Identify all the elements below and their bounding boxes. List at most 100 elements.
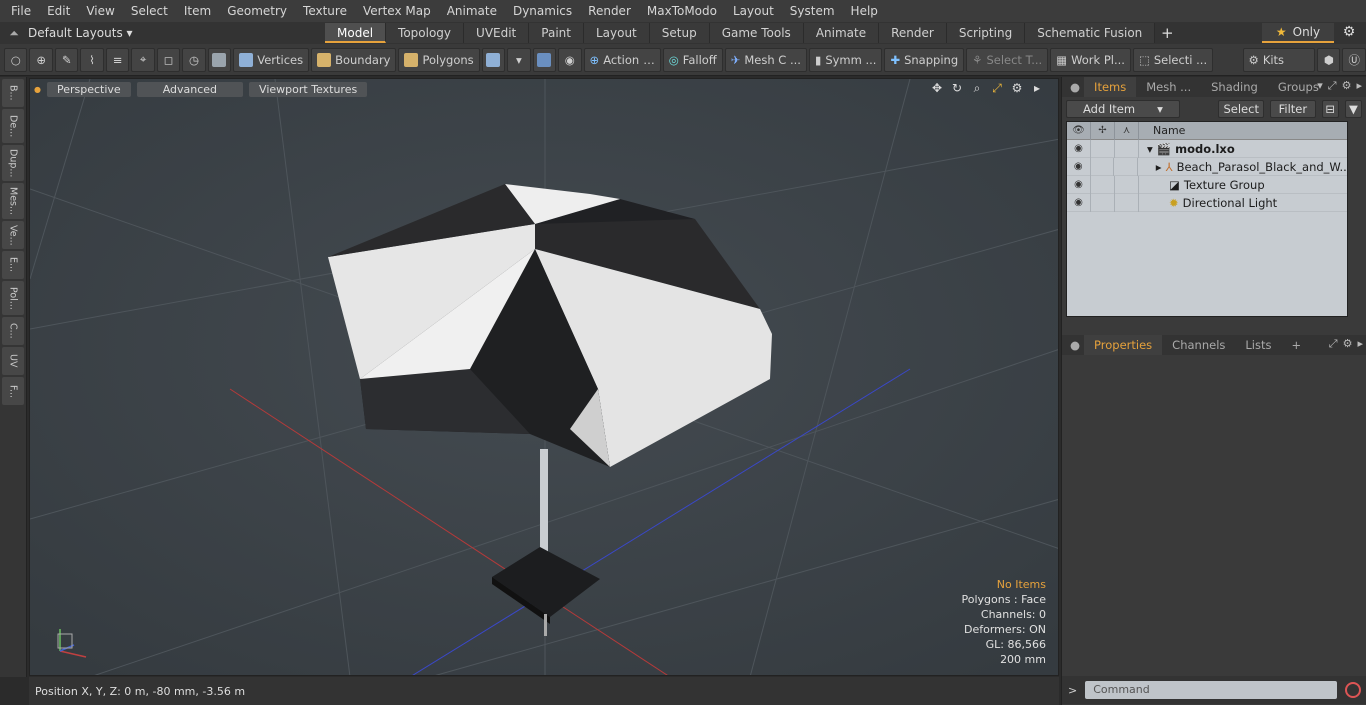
viewport-arrow-icon[interactable]: ▸ xyxy=(1030,81,1044,95)
menu-system[interactable]: System xyxy=(782,0,843,22)
tab-uvedit[interactable]: UVEdit xyxy=(464,23,530,43)
collapse-icon[interactable]: ⊟ xyxy=(1321,100,1339,118)
mesh-constraint-button[interactable]: ✈ Mesh C ... xyxy=(724,47,807,72)
tree-row-directional-light[interactable]: ◉ ✹ Directional Light xyxy=(1067,193,1347,212)
menu-file[interactable]: File xyxy=(3,0,39,22)
material-icon[interactable] xyxy=(481,47,506,72)
zoom-view-icon[interactable]: ⌕ xyxy=(970,81,984,95)
action-button[interactable]: ⊕ Action … xyxy=(583,47,661,72)
tab-animate[interactable]: Animate xyxy=(803,23,880,43)
3d-viewport[interactable]: ● Perspective Advanced Viewport Textures… xyxy=(29,78,1059,676)
command-input[interactable]: Command xyxy=(1085,681,1338,699)
tab-shading[interactable]: Shading xyxy=(1201,77,1268,97)
only-toggle[interactable]: ★ Only xyxy=(1262,23,1334,43)
tool-tab-uv[interactable]: UV xyxy=(2,347,24,375)
expand-arrow-icon[interactable]: ▸ xyxy=(1156,160,1162,174)
tool-tab-duplicate[interactable]: Dup... xyxy=(2,145,24,181)
tree-row-scene[interactable]: ◉ ▾ 🎬 modo.lxo xyxy=(1067,139,1347,158)
symmetry-snap-icon[interactable] xyxy=(532,47,557,72)
menu-view[interactable]: View xyxy=(78,0,122,22)
frame-icon[interactable]: ◻ xyxy=(156,47,181,72)
visibility-col-icon[interactable]: 👁 xyxy=(1067,121,1091,140)
advanced-button[interactable]: Advanced xyxy=(136,81,244,97)
tab-setup[interactable]: Setup xyxy=(649,23,710,43)
chevron-down-icon[interactable]: ▾ xyxy=(507,47,531,72)
menu-geometry[interactable]: Geometry xyxy=(219,0,295,22)
props-arrow-icon[interactable]: ▸ xyxy=(1357,337,1363,351)
menu-vertex-map[interactable]: Vertex Map xyxy=(355,0,439,22)
pen-icon[interactable]: ✎ xyxy=(54,47,79,72)
tool-tab-basic[interactable]: B... xyxy=(2,79,24,107)
select-button[interactable]: Select xyxy=(1218,100,1265,118)
menu-maxtomodo[interactable]: MaxToModo xyxy=(639,0,725,22)
record-icon[interactable] xyxy=(1345,682,1362,698)
polygons-button[interactable]: Polygons xyxy=(398,47,480,72)
tool-tab-vertex[interactable]: Ve... xyxy=(2,221,24,249)
tab-paint[interactable]: Paint xyxy=(529,23,584,43)
falloff-button[interactable]: ◎ Falloff xyxy=(662,47,723,72)
work-plane-button[interactable]: ▦ Work Pl... xyxy=(1050,47,1131,72)
tab-layout[interactable]: Layout xyxy=(583,23,650,43)
tab-lists[interactable]: Lists xyxy=(1235,335,1281,355)
unreal-icon[interactable]: Ⓤ xyxy=(1342,47,1366,72)
chevron-down-icon[interactable]: ▾ xyxy=(1317,79,1323,93)
vertices-button[interactable]: Vertices xyxy=(233,47,310,72)
menu-texture[interactable]: Texture xyxy=(295,0,355,22)
filter-button[interactable]: Filter xyxy=(1270,100,1316,118)
menu-select[interactable]: Select xyxy=(123,0,176,22)
menu-render[interactable]: Render xyxy=(580,0,639,22)
add-item-button[interactable]: Add Item ▾ xyxy=(1066,100,1180,118)
tab-mesh[interactable]: Mesh ... xyxy=(1136,77,1201,97)
expand-arrow-icon[interactable]: ▾ xyxy=(1147,142,1153,156)
tree-row-mesh[interactable]: ◉ ▸ ⅄ Beach_Parasol_Black_and_W... xyxy=(1067,157,1347,176)
perspective-button[interactable]: Perspective xyxy=(46,81,131,97)
item-mode-icon[interactable] xyxy=(207,47,232,72)
tool-tab-edge[interactable]: E... xyxy=(2,251,24,279)
menu-animate[interactable]: Animate xyxy=(439,0,505,22)
tool-tab-curve[interactable]: C... xyxy=(2,317,24,345)
maximize-view-icon[interactable]: ⤢ xyxy=(990,81,1004,95)
props-gear-icon[interactable]: ⚙ xyxy=(1343,337,1353,351)
funnel-icon[interactable]: ▼ xyxy=(1344,100,1362,118)
add-tab-icon[interactable]: + xyxy=(1155,24,1179,42)
tool-tab-polygon[interactable]: Pol... xyxy=(2,281,24,315)
gear-icon[interactable]: ⚙ xyxy=(1340,24,1358,42)
tab-game-tools[interactable]: Game Tools xyxy=(709,23,804,43)
menu-dynamics[interactable]: Dynamics xyxy=(505,0,580,22)
lock-col-icon[interactable]: ✢ xyxy=(1091,121,1115,140)
select-circle-icon[interactable]: ○ xyxy=(4,47,28,72)
tab-channels[interactable]: Channels xyxy=(1162,335,1235,355)
boundary-button[interactable]: Boundary xyxy=(311,47,397,72)
tree-row-texture-group[interactable]: ◉ ◪ Texture Group xyxy=(1067,175,1347,194)
globe-icon[interactable]: ⊕ xyxy=(29,47,53,72)
snapping-button[interactable]: ✚ Snapping xyxy=(884,47,965,72)
eye-icon[interactable]: ◉ xyxy=(1067,157,1091,176)
tool-tab-mesh-edit[interactable]: Mes... xyxy=(2,183,24,219)
tree-scrollbar[interactable] xyxy=(1351,122,1365,318)
tab-render[interactable]: Render xyxy=(879,23,947,43)
render-col-icon[interactable]: ⋏ xyxy=(1115,121,1139,140)
panel-arrow-icon[interactable]: ▸ xyxy=(1356,79,1362,93)
name-column[interactable]: Name xyxy=(1139,124,1185,137)
up-arrow-icon[interactable]: ⏶ xyxy=(0,26,28,41)
menu-edit[interactable]: Edit xyxy=(39,0,78,22)
symmetry-button[interactable]: ▮ Symm ... xyxy=(808,47,883,72)
selection-sets-button[interactable]: ⬚ Selecti ... xyxy=(1132,47,1214,72)
rotate-view-icon[interactable]: ↻ xyxy=(950,81,964,95)
menu-layout[interactable]: Layout xyxy=(725,0,782,22)
menu-item[interactable]: Item xyxy=(176,0,219,22)
panel-gear-icon[interactable]: ⚙ xyxy=(1342,79,1352,93)
clock-icon[interactable]: ◷ xyxy=(182,47,206,72)
expand-icon[interactable]: ⤢ xyxy=(1328,79,1337,93)
align-icon[interactable]: ≡ xyxy=(105,47,130,72)
layouts-dropdown[interactable]: ⏶ Default Layouts ▾ xyxy=(0,26,325,41)
tree-horizontal-scrollbar[interactable] xyxy=(1066,317,1348,329)
menu-help[interactable]: Help xyxy=(843,0,886,22)
viewport-gear-icon[interactable]: ⚙ xyxy=(1010,81,1024,95)
eye-icon[interactable]: ◉ xyxy=(1067,175,1091,194)
add-tab-icon[interactable]: + xyxy=(1282,335,1312,355)
expand-icon[interactable]: ⤢ xyxy=(1329,337,1338,351)
soccer-icon[interactable]: ◉ xyxy=(558,47,582,72)
kits-button[interactable]: ⚙ Kits xyxy=(1242,47,1316,72)
eye-icon[interactable]: ◉ xyxy=(1067,193,1091,212)
